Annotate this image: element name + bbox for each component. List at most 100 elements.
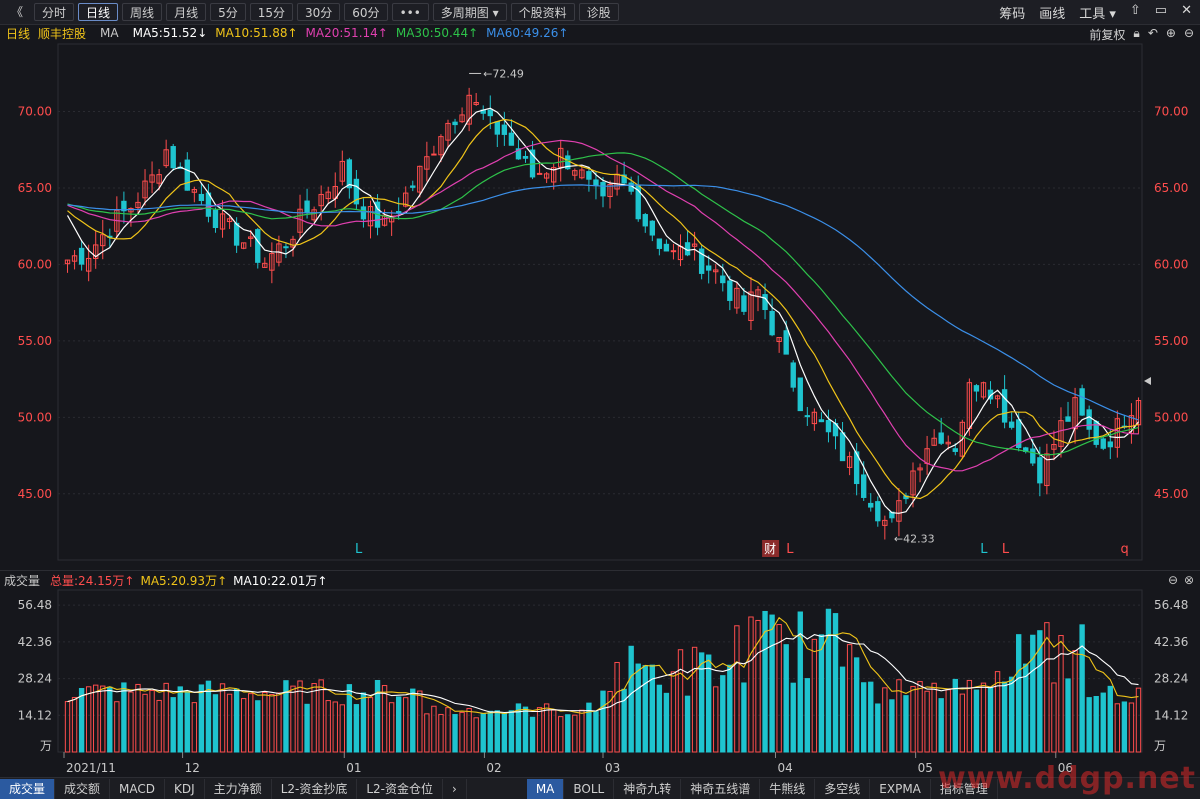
volume-bar: [875, 703, 881, 753]
volume-bar: [269, 694, 275, 753]
volume-bar: [290, 685, 296, 753]
volume-bar: [501, 713, 508, 753]
volume-bar: [846, 644, 853, 753]
candle-body: [797, 377, 803, 412]
month-label: 02: [486, 761, 501, 775]
volume-bar: [727, 664, 733, 753]
candle-body: [727, 280, 733, 301]
candle-body: [501, 124, 508, 135]
volume-bar: [628, 645, 634, 753]
volume-bar: [276, 692, 282, 753]
price-tick-left: 45.00: [18, 487, 52, 501]
volume-bar: [614, 661, 620, 753]
volume-bar: [142, 693, 148, 753]
price-tick-right: 50.00: [1154, 410, 1188, 424]
volume-bar: [374, 679, 381, 753]
watermark: www.ddgp.net: [938, 761, 1196, 796]
volume-tick-right: 42.36: [1154, 635, 1188, 649]
indicator-tab-10[interactable]: 神奇九转: [614, 778, 682, 799]
volume-bar: [797, 611, 803, 753]
volume-bar: [558, 716, 564, 753]
close-pane-icon[interactable]: ⊗: [1184, 573, 1194, 587]
indicator-tab-2[interactable]: MACD: [110, 778, 166, 799]
finance-report-label: 财: [764, 542, 776, 556]
price-tick-left: 65.00: [18, 181, 52, 195]
ma60-line: [67, 184, 1139, 421]
indicator-tab-14[interactable]: EXPMA: [870, 778, 931, 799]
candle-body: [938, 432, 944, 444]
volume-bar: [720, 675, 726, 753]
indicator-tab-3[interactable]: KDJ: [165, 778, 205, 799]
candle-body: [670, 250, 677, 253]
indicator-tab-12[interactable]: 牛熊线: [760, 778, 816, 799]
volume-bar: [565, 714, 571, 753]
volume-bar: [952, 678, 958, 753]
indicator-tab-5[interactable]: L2-资金抄底: [272, 778, 358, 799]
volume-bar: [360, 692, 367, 753]
volume-bar: [522, 706, 529, 753]
price-tick-left: 60.00: [18, 257, 52, 271]
volume-bar: [924, 690, 930, 753]
volume-bar: [163, 682, 169, 753]
volume-bar: [1100, 692, 1106, 753]
price-tick-right: 45.00: [1154, 487, 1188, 501]
volume-title[interactable]: 成交量: [4, 572, 40, 589]
volume-bar: [388, 702, 395, 753]
volume-bar: [170, 697, 176, 753]
candle-body: [875, 501, 881, 522]
indicator-tab-1[interactable]: 成交额: [55, 778, 111, 799]
indicator-tab-9[interactable]: BOLL: [564, 778, 615, 799]
candle-body: [656, 238, 663, 249]
volume-bar: [698, 652, 705, 753]
candle-body: [861, 474, 867, 498]
candle-body: [1086, 409, 1092, 430]
volume-bar: [818, 634, 825, 753]
indicator-tab-13[interactable]: 多空线: [815, 778, 871, 799]
indicator-tab-0[interactable]: 成交量: [0, 778, 56, 799]
volume-bar: [1008, 676, 1015, 753]
low-label: ←42.33: [894, 533, 935, 546]
volume-bar: [85, 686, 92, 753]
candle-body: [642, 214, 648, 227]
volume-tick-right: 28.24: [1154, 672, 1188, 686]
volume-tick-right: 14.12: [1154, 708, 1188, 722]
volume-bar: [248, 693, 254, 753]
volume-bar: [642, 665, 648, 753]
volume-bar: [973, 689, 980, 753]
volume-bar: [1072, 649, 1078, 753]
signal-marker: L: [786, 542, 794, 557]
volume-bar: [536, 707, 543, 753]
indicator-tab-7[interactable]: ›: [443, 778, 467, 799]
candle-body: [1030, 448, 1036, 464]
price-tick-right: 55.00: [1154, 334, 1188, 348]
signal-marker: q: [1120, 542, 1128, 557]
volume-bar: [1030, 634, 1036, 753]
volume-bar: [424, 713, 430, 753]
volume-bar: [262, 691, 268, 753]
volume-bar: [93, 684, 99, 753]
volume-bar: [959, 693, 966, 753]
candle-body: [304, 200, 310, 213]
kline-chart[interactable]: 45.00 45.00 50.00 50.00 55.00 55.00 60.00 60.00…: [0, 0, 1200, 777]
settings-icon[interactable]: ⊖: [1168, 573, 1178, 587]
volume-bar: [64, 701, 71, 753]
candle-body: [593, 179, 599, 187]
volume-bar: [804, 678, 811, 753]
volume-bar: [635, 663, 641, 753]
candle-body: [487, 109, 493, 117]
candle-body: [1037, 457, 1043, 484]
indicator-tab-11[interactable]: 神奇五线谱: [681, 778, 761, 799]
volume-bar: [1121, 701, 1128, 753]
volume-unit-right: 万: [1154, 739, 1166, 753]
indicator-tab-6[interactable]: L2-资金仓位: [357, 778, 443, 799]
volume-bar: [889, 699, 895, 753]
volume-total: 总量:24.15万↑: [50, 573, 135, 588]
volume-bar: [1079, 624, 1085, 753]
volume-bar: [684, 695, 691, 753]
volume-bar: [663, 692, 670, 753]
indicator-tab-8[interactable]: MA: [526, 778, 565, 799]
candle-body: [1079, 388, 1085, 416]
month-label: 12: [185, 761, 200, 775]
indicator-tab-4[interactable]: 主力净额: [205, 778, 272, 799]
candle-body: [431, 153, 437, 156]
